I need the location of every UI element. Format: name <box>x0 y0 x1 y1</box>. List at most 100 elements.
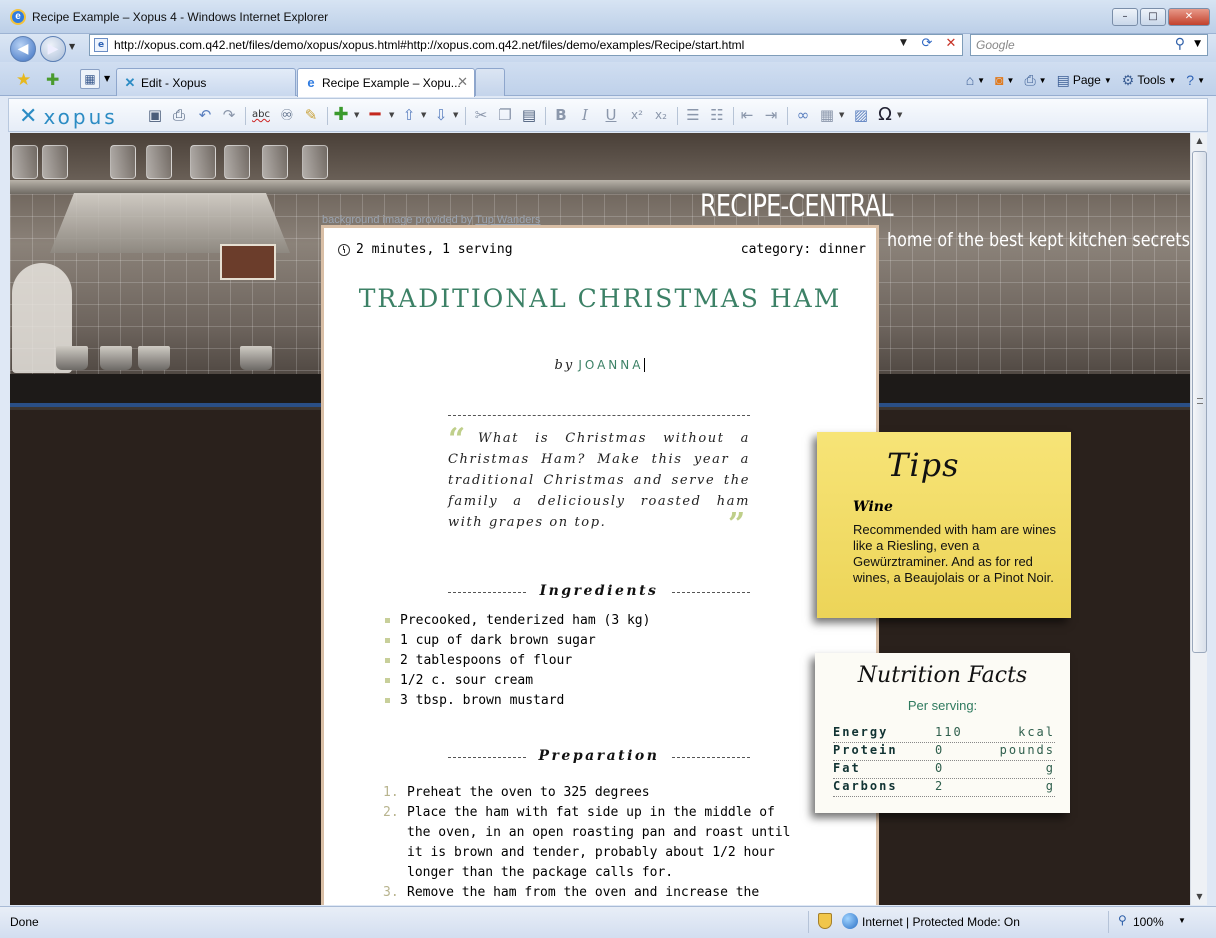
insert-dropdown-icon[interactable]: ▼ <box>354 111 359 119</box>
new-tab-button[interactable] <box>475 68 505 96</box>
save-icon[interactable]: ▣ <box>145 105 165 125</box>
search-box[interactable]: Google ⚲ ▼ <box>970 34 1208 56</box>
nutrient-value[interactable]: 0 <box>935 761 944 775</box>
cut-icon[interactable]: ✂ <box>471 105 491 125</box>
gear-icon: ⚙ <box>1121 71 1135 88</box>
image-icon[interactable]: ▨ <box>851 105 871 125</box>
table-icon[interactable]: ▦ <box>817 105 837 125</box>
scroll-down-icon[interactable]: ▼ <box>1191 889 1208 905</box>
move-up-icon[interactable]: ⇧ <box>399 105 419 125</box>
tip-heading[interactable]: Wine <box>853 499 893 515</box>
ingredient-item[interactable]: 1/2 c. sour cream <box>384 671 650 691</box>
minimize-button[interactable]: – <box>1112 8 1138 26</box>
search-options-dropdown-icon[interactable]: ▼ <box>1194 39 1201 49</box>
print-icon[interactable]: ⎙ <box>169 105 189 125</box>
replace-icon[interactable]: ✎ <box>301 105 321 125</box>
preparation-heading-label[interactable]: Preparation <box>538 748 660 764</box>
nutrient-value[interactable]: 2 <box>935 779 944 793</box>
scrollbar-thumb[interactable] <box>1192 151 1207 653</box>
zoom-level[interactable]: 100% <box>1133 915 1164 929</box>
maximize-button[interactable]: □ <box>1140 8 1166 26</box>
page-menu[interactable]: ▤ Page ▼ <box>1054 70 1115 90</box>
spellcheck-icon[interactable]: abc <box>251 105 271 125</box>
tab-recipe-example[interactable]: e Recipe Example – Xopu... ✕ <box>297 68 475 97</box>
italic-icon[interactable]: I <box>575 105 595 125</box>
nutrition-row[interactable]: Fat 0 g <box>833 761 1055 779</box>
zoom-dropdown-icon[interactable]: ▼ <box>1178 916 1186 925</box>
recipe-time[interactable]: 2 minutes, 1 serving <box>338 242 513 257</box>
print-button[interactable]: ⎙ ▼ <box>1021 70 1049 90</box>
quick-tabs-icon[interactable]: ▦ <box>80 69 100 89</box>
step-item[interactable]: 3. Remove the ham from the oven and incre… <box>383 883 803 903</box>
indent-icon[interactable]: ⇥ <box>761 105 781 125</box>
paste-icon[interactable]: ▤ <box>519 105 539 125</box>
remove-dropdown-icon[interactable]: ▼ <box>389 111 394 119</box>
refresh-button[interactable]: ⟳ <box>916 36 938 54</box>
find-binoculars-icon[interactable]: ♾ <box>277 105 297 125</box>
security-zone[interactable]: Internet | Protected Mode: On <box>862 915 1020 929</box>
recipe-category[interactable]: category: dinner <box>741 242 866 257</box>
ingredient-item[interactable]: 2 tablespoons of flour <box>384 651 650 671</box>
subscript-icon[interactable]: x₂ <box>651 105 671 125</box>
address-bar[interactable]: e http://xopus.com.q42.net/files/demo/xo… <box>89 34 963 56</box>
remove-minus-icon[interactable]: ━ <box>365 105 385 125</box>
link-icon[interactable]: ∞ <box>793 105 813 125</box>
move-up-dropdown-icon[interactable]: ▼ <box>421 111 426 119</box>
underline-icon[interactable]: U <box>601 105 621 125</box>
home-icon: ⌂ <box>965 72 975 88</box>
nutrition-row[interactable]: Energy 110 kcal <box>833 725 1055 743</box>
forward-button[interactable]: ▶ <box>40 36 66 62</box>
search-input[interactable]: Google <box>976 38 1015 52</box>
nutrient-value[interactable]: 110 <box>935 725 963 739</box>
favorites-star-icon[interactable]: ★ <box>16 70 31 90</box>
ingredients-heading-label[interactable]: Ingredients <box>539 583 659 599</box>
close-tab-icon[interactable]: ✕ <box>457 74 468 90</box>
time-servings-text: 2 minutes, 1 serving <box>356 242 513 257</box>
nutrient-value[interactable]: 0 <box>935 743 944 757</box>
tools-menu[interactable]: ⚙ Tools ▼ <box>1119 70 1180 90</box>
bold-icon[interactable]: B <box>551 105 571 125</box>
ingredient-item[interactable]: 1 cup of dark brown sugar <box>384 631 650 651</box>
help-button[interactable]: ? ▼ <box>1183 70 1208 90</box>
table-dropdown-icon[interactable]: ▼ <box>839 111 844 119</box>
undo-icon[interactable]: ↶ <box>195 105 215 125</box>
numbered-list-icon[interactable]: ☷ <box>707 105 727 125</box>
search-icon[interactable]: ⚲ <box>1175 36 1185 52</box>
nutrition-row[interactable]: Protein 0 pounds <box>833 743 1055 761</box>
bullet-list-icon[interactable]: ☰ <box>683 105 703 125</box>
vertical-scrollbar[interactable]: ▲ ▼ <box>1190 133 1207 905</box>
special-character-icon[interactable]: Ω <box>875 105 895 125</box>
step-item[interactable]: 1. Preheat the oven to 325 degrees <box>383 783 803 803</box>
step-item[interactable]: 2. Place the ham with fat side up in the … <box>383 803 803 883</box>
move-down-icon[interactable]: ⇩ <box>431 105 451 125</box>
command-bar: ⌂ ▼ ◙ ▼ ⎙ ▼ ▤ Page ▼ ⚙ Tools ▼ ? ▼ <box>963 70 1208 90</box>
feeds-button[interactable]: ◙ ▼ <box>992 70 1017 90</box>
add-favorites-icon[interactable]: ✚ <box>46 70 59 89</box>
tab-edit-xopus[interactable]: ✕ Edit - Xopus <box>116 68 296 96</box>
redo-icon[interactable]: ↷ <box>219 105 239 125</box>
history-dropdown-icon[interactable]: ▼ <box>69 42 75 51</box>
page-icon: e <box>94 38 108 52</box>
copy-icon[interactable]: ❐ <box>495 105 515 125</box>
recipe-intro[interactable]: What is Christmas without a Christmas Ha… <box>448 428 750 533</box>
recipe-author[interactable]: JOANNA <box>578 358 646 372</box>
ingredient-item[interactable]: Precooked, tenderized ham (3 kg) <box>384 611 650 631</box>
home-button[interactable]: ⌂ ▼ <box>963 70 988 90</box>
tip-text[interactable]: Recommended with ham are wines like a Ri… <box>853 522 1059 586</box>
back-button[interactable]: ◀ <box>10 36 36 62</box>
stop-button[interactable]: ✕ <box>940 36 962 54</box>
recipe-title[interactable]: TRADITIONAL CHRISTMAS HAM <box>344 282 856 315</box>
address-dropdown-icon[interactable]: ▼ <box>900 38 907 48</box>
nutrition-row[interactable]: Carbons 2 g <box>833 779 1055 797</box>
outdent-icon[interactable]: ⇤ <box>737 105 757 125</box>
ingredient-item[interactable]: 3 tbsp. brown mustard <box>384 691 650 711</box>
insert-plus-icon[interactable]: ✚ <box>331 105 351 125</box>
close-button[interactable]: ✕ <box>1168 8 1210 26</box>
special-character-dropdown-icon[interactable]: ▼ <box>897 111 902 119</box>
ie-logo-icon: e <box>10 9 26 25</box>
superscript-icon[interactable]: x² <box>627 105 647 125</box>
step-number: 1. <box>383 785 399 800</box>
tab-list-dropdown-icon[interactable]: ▼ <box>104 74 110 83</box>
move-down-dropdown-icon[interactable]: ▼ <box>453 111 458 119</box>
scroll-up-icon[interactable]: ▲ <box>1191 133 1208 149</box>
